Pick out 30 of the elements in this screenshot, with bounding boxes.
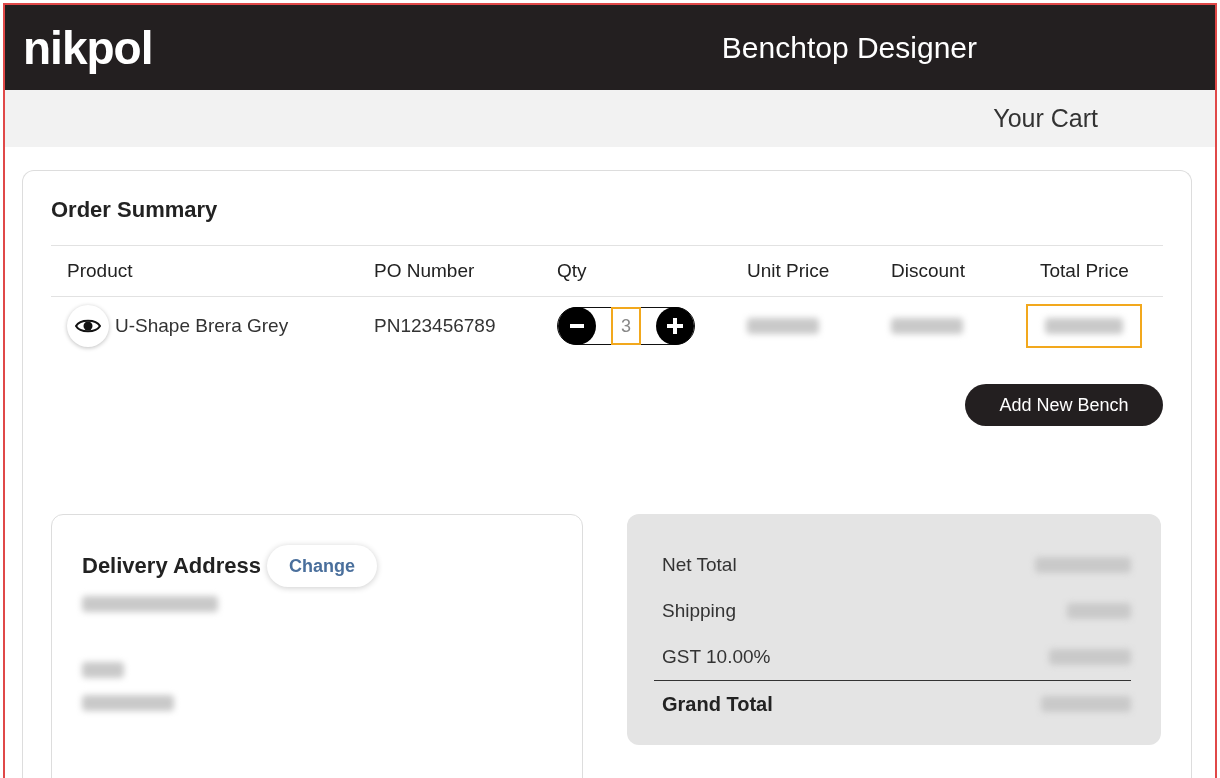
eye-icon <box>75 318 101 334</box>
add-new-bench-button[interactable]: Add New Bench <box>965 384 1163 426</box>
increase-button[interactable] <box>656 307 694 345</box>
app-title: Benchtop Designer <box>721 30 977 65</box>
logo: nikpol <box>23 20 153 75</box>
quantity-field[interactable]: 3 <box>611 307 641 345</box>
blurred-value <box>82 661 124 678</box>
section-title: Delivery Address <box>82 553 261 579</box>
blurred-value <box>747 318 819 334</box>
table-cell-text: PN123456789 <box>373 315 497 337</box>
product-name: U-Shape Brera Grey <box>115 315 289 337</box>
column-header: Product <box>66 260 134 282</box>
total-label: GST 10.00% <box>662 646 771 668</box>
column-header: Discount <box>890 260 966 282</box>
plus-icon <box>667 318 683 334</box>
blurred-value <box>891 318 963 334</box>
change-button[interactable]: Change <box>266 545 377 587</box>
column-header: Qty <box>556 260 588 282</box>
page-title: Your Cart <box>993 104 1098 133</box>
column-header: PO Number <box>373 260 476 282</box>
column-header: Total Price <box>1039 260 1130 282</box>
total-label: Net Total <box>662 554 737 576</box>
view-button[interactable] <box>67 305 109 347</box>
decrease-button[interactable] <box>558 307 596 345</box>
section-title: Order Summary <box>51 197 219 223</box>
column-header: Unit Price <box>746 260 831 282</box>
blurred-value <box>1067 603 1131 619</box>
total-label: Shipping <box>662 600 736 622</box>
total-label: Grand Total <box>662 692 773 716</box>
minus-icon <box>570 324 584 328</box>
